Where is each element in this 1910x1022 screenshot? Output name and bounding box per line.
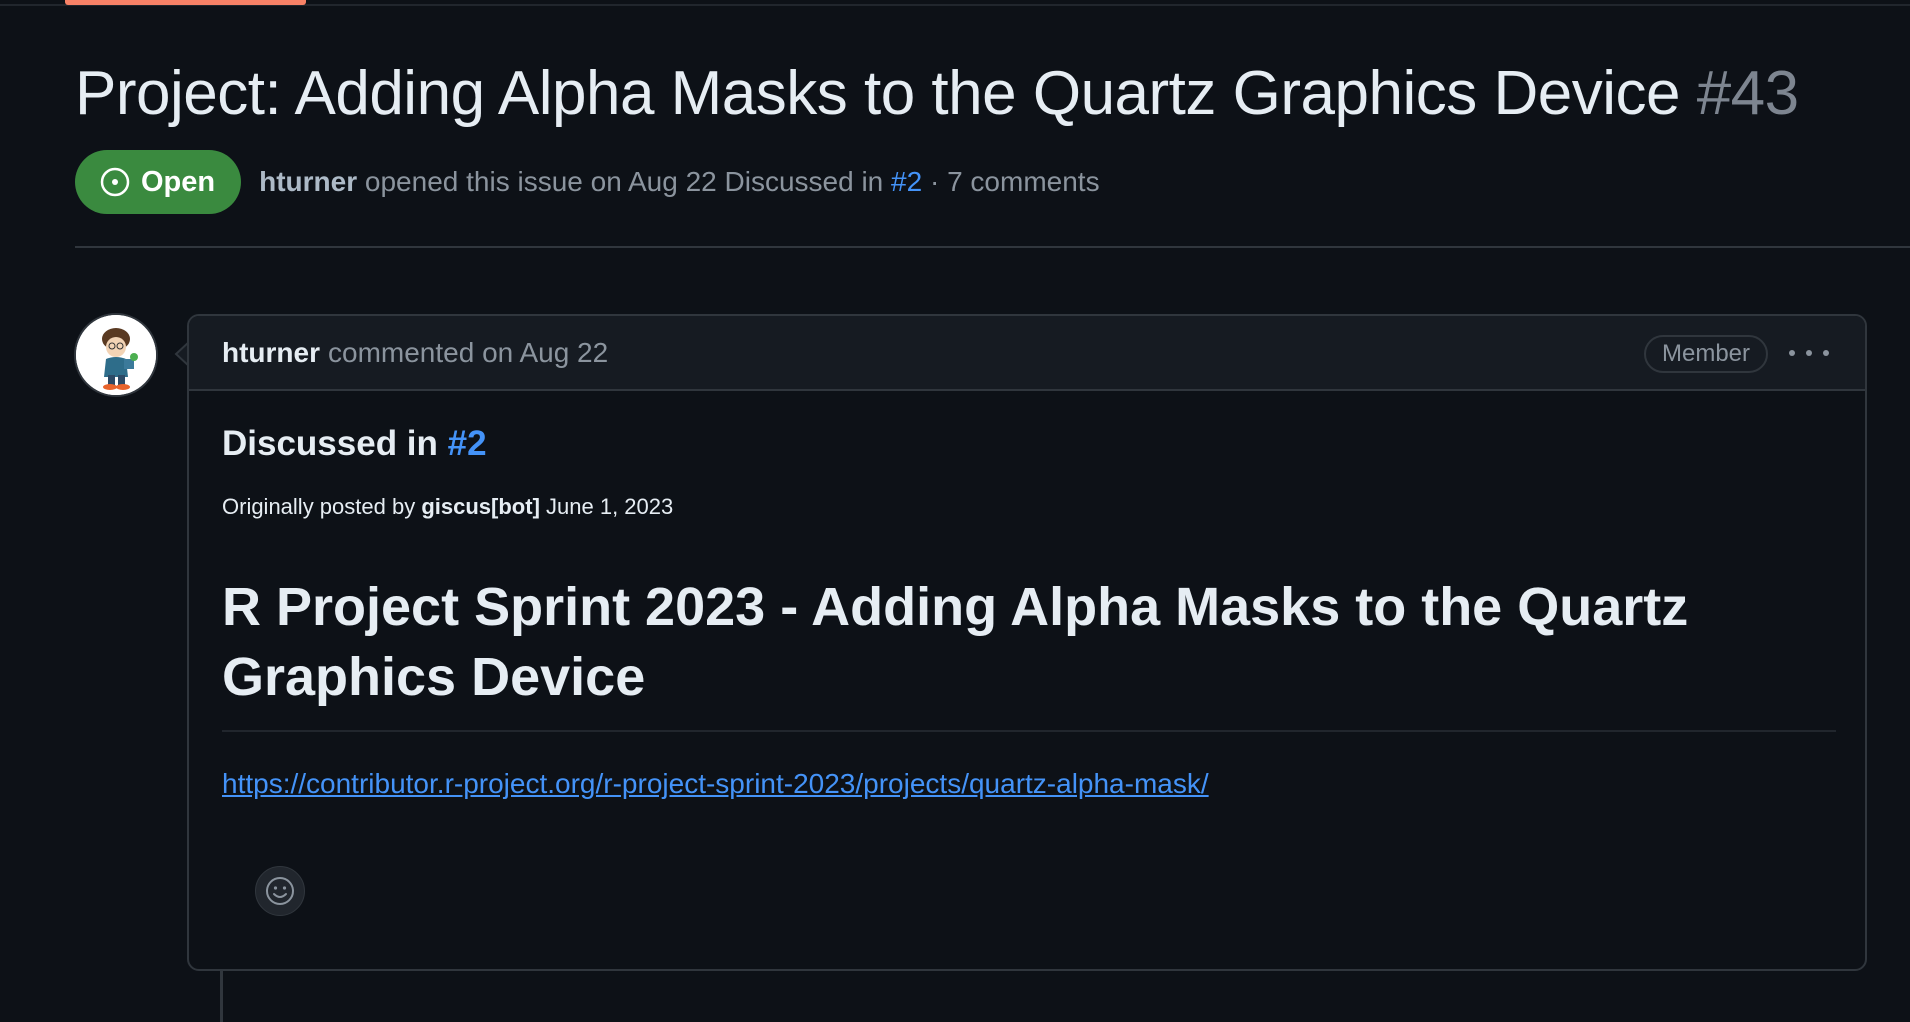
issue-opened-icon [100, 167, 130, 197]
issue-number: #43 [1696, 59, 1799, 128]
comment-timestamp[interactable]: commented on Aug 22 [328, 337, 608, 369]
kebab-icon[interactable] [1789, 338, 1829, 368]
project-link[interactable]: https://contributor.r-project.org/r-proj… [222, 768, 1832, 800]
meta-discussion-link[interactable]: #2 [891, 166, 922, 197]
issue-meta: Open hturner opened this issue on Aug 22… [75, 150, 1100, 214]
state-label: Open [141, 165, 216, 198]
body-heading: R Project Sprint 2023 - Adding Alpha Mas… [222, 572, 1836, 732]
timeline-line [220, 971, 223, 1022]
issue-title: Project: Adding Alpha Masks to the Quart… [75, 58, 1875, 129]
add-reaction-button[interactable] [255, 866, 305, 916]
smiley-icon [266, 877, 294, 905]
issue-title-text: Project: Adding Alpha Masks to the Quart… [75, 59, 1680, 128]
role-badge: Member [1644, 335, 1769, 373]
active-tab-indicator [65, 0, 306, 5]
discussed-link[interactable]: #2 [448, 424, 487, 463]
comment-box: hturner commented on Aug 22 Member Discu… [187, 314, 1867, 971]
orig-prefix: Originally posted by [222, 494, 416, 519]
meta-author-link[interactable]: hturner [259, 166, 357, 197]
reactions-row [222, 866, 1832, 916]
discussed-heading: Discussed in #2 [222, 424, 1832, 464]
meta-text: hturner opened this issue on Aug 22 Disc… [259, 166, 1099, 198]
state-badge: Open [75, 150, 242, 214]
issue-header: Project: Adding Alpha Masks to the Quart… [75, 58, 1875, 129]
avatar[interactable] [74, 313, 158, 397]
comment-header: hturner commented on Aug 22 Member [189, 316, 1865, 391]
original-post-line: Originally posted by giscus[bot] June 1,… [222, 494, 1832, 520]
meta-comments-count: · 7 comments [929, 166, 1100, 197]
comment-author[interactable]: hturner [222, 337, 320, 369]
orig-date: June 1, 2023 [546, 494, 674, 519]
comment-body: Discussed in #2 Originally posted by gis… [189, 424, 1865, 916]
header-divider [75, 246, 1910, 248]
avatar-illustration [76, 315, 156, 395]
meta-opened-text: opened this issue on Aug 22 Discussed in [364, 166, 884, 197]
discussed-prefix: Discussed in [222, 424, 438, 463]
orig-author[interactable]: giscus[bot] [421, 494, 540, 519]
